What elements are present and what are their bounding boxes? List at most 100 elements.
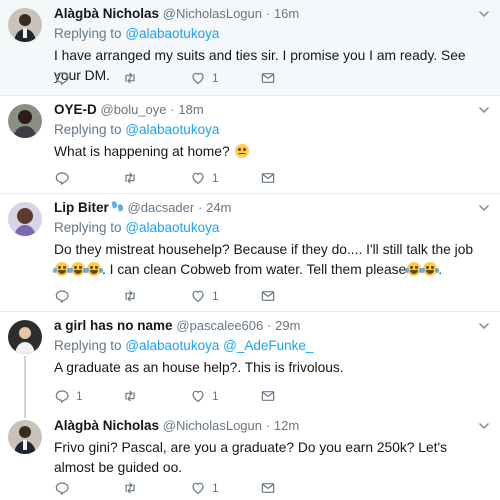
tweet-oye-d[interactable]: OYE-D @bolu_oye · 18m Replying to @alaba… <box>0 96 500 194</box>
like-button[interactable]: 1 <box>190 168 219 188</box>
timestamp[interactable]: 24m <box>206 200 231 215</box>
tears-of-joy-emoji <box>69 262 87 276</box>
tweet-actions: 1 <box>54 478 294 498</box>
heart-icon <box>190 480 206 496</box>
timestamp[interactable]: 12m <box>274 418 299 433</box>
envelope-icon <box>260 288 276 304</box>
mention-link[interactable]: @alabaotukoya <box>125 338 219 353</box>
retweet-icon <box>122 388 138 404</box>
like-button[interactable]: 1 <box>190 68 219 88</box>
reply-icon <box>54 388 70 404</box>
retweet-icon <box>122 70 138 86</box>
retweet-button[interactable] <box>122 168 138 188</box>
separator-dot: · <box>170 102 175 117</box>
envelope-icon <box>260 70 276 86</box>
tweet-nicholas-2[interactable]: Alàgbà Nicholas @NicholasLogun · 12m Fri… <box>0 412 500 500</box>
mention-link[interactable]: @alabaotukoya <box>125 122 219 137</box>
heart-icon <box>190 288 206 304</box>
avatar[interactable] <box>8 202 42 236</box>
reply-icon <box>54 288 70 304</box>
avatar[interactable] <box>8 8 42 42</box>
like-count: 1 <box>212 289 219 303</box>
reply-button[interactable]: 1 <box>54 386 83 406</box>
dm-button[interactable] <box>260 386 276 406</box>
timestamp[interactable]: 29m <box>275 318 300 333</box>
reply-button[interactable] <box>54 68 70 88</box>
heart-icon <box>190 70 206 86</box>
dm-button[interactable] <box>260 168 276 188</box>
tweet-text-row: Do they mistreat househelp? Because if t… <box>53 242 474 277</box>
retweet-button[interactable] <box>122 68 138 88</box>
replying-prefix: Replying to <box>54 220 122 235</box>
mention-link[interactable]: @alabaotukoya <box>125 220 219 235</box>
user-handle[interactable]: @NicholasLogun <box>163 6 262 21</box>
like-button[interactable]: 1 <box>190 478 219 498</box>
tweet-actions: 1 <box>54 68 294 88</box>
mention-link[interactable]: @alabaotukoya <box>125 26 219 41</box>
retweet-button[interactable] <box>122 478 138 498</box>
tweet-a-girl-has-no-name[interactable]: a girl has no name @pascalee606 · 29m Re… <box>0 312 500 412</box>
heart-icon <box>190 388 206 404</box>
heart-icon <box>190 170 206 186</box>
dm-button[interactable] <box>260 286 276 306</box>
separator-dot: · <box>265 418 271 433</box>
worried-face-emoji <box>234 144 249 158</box>
replying-to: Replying to @alabaotukoya @_AdeFunke_ <box>54 337 488 355</box>
like-count: 1 <box>212 481 219 495</box>
reply-button[interactable] <box>54 286 70 306</box>
like-count: 1 <box>212 389 219 403</box>
separator-dot: · <box>267 318 272 333</box>
display-name[interactable]: a girl has no name <box>54 318 173 333</box>
retweet-button[interactable] <box>122 386 138 406</box>
avatar[interactable] <box>8 320 42 354</box>
display-name[interactable]: OYE-D <box>54 102 97 117</box>
tweet-text-part-2: . I can clean Cobweb from water. Tell th… <box>102 262 407 277</box>
replying-to: Replying to @alabaotukoya <box>54 25 488 43</box>
reply-button[interactable] <box>54 168 70 188</box>
tweet-lip-biter[interactable]: Lip Biter @dacsader · 24m Replying to @a… <box>0 194 500 312</box>
timestamp[interactable]: 18m <box>178 102 203 117</box>
tears-of-joy-emoji <box>421 262 440 276</box>
reply-button[interactable] <box>54 478 70 498</box>
dm-button[interactable] <box>260 68 276 88</box>
retweet-icon <box>122 170 138 186</box>
user-handle[interactable]: @NicholasLogun <box>163 418 262 433</box>
avatar[interactable] <box>8 420 42 454</box>
reply-icon <box>54 170 70 186</box>
replying-to: Replying to @alabaotukoya <box>54 219 488 237</box>
thread-line <box>24 412 26 418</box>
dm-button[interactable] <box>260 478 276 498</box>
tweet-actions: 1 1 <box>54 386 294 406</box>
retweet-button[interactable] <box>122 286 138 306</box>
tears-of-joy-emoji <box>53 262 71 276</box>
user-handle[interactable]: @dacsader <box>128 200 195 215</box>
envelope-icon <box>260 388 276 404</box>
display-name[interactable]: Lip Biter <box>54 200 109 215</box>
tweet-text: A graduate as an house help?. This is fr… <box>54 360 344 375</box>
avatar[interactable] <box>8 104 42 138</box>
tears-of-joy-emoji <box>405 262 424 276</box>
separator-dot: · <box>197 200 203 215</box>
replying-prefix: Replying to <box>54 338 122 353</box>
tweet-nicholas-1[interactable]: Alàgbà Nicholas @NicholasLogun · 16m Rep… <box>0 0 500 96</box>
mention-link[interactable]: @_AdeFunke_ <box>223 338 313 353</box>
display-name[interactable]: Alàgbà Nicholas <box>54 6 159 21</box>
reply-icon <box>54 70 70 86</box>
envelope-icon <box>260 170 276 186</box>
like-button[interactable]: 1 <box>190 286 219 306</box>
user-handle[interactable]: @pascalee606 <box>176 318 263 333</box>
replying-to: Replying to @alabaotukoya <box>54 121 488 139</box>
like-count: 1 <box>212 171 219 185</box>
tweet-text-part-1: Do they mistreat househelp? Because if t… <box>54 242 474 257</box>
thread-line <box>24 356 26 412</box>
user-handle[interactable]: @bolu_oye <box>101 102 167 117</box>
reply-icon <box>54 480 70 496</box>
display-name[interactable]: Alàgbà Nicholas <box>54 418 159 433</box>
reply-count: 1 <box>76 389 83 403</box>
tweet-text-row: What is happening at home? <box>54 142 488 162</box>
tears-of-joy-emoji <box>85 262 103 276</box>
like-button[interactable]: 1 <box>190 386 219 406</box>
timestamp[interactable]: 16m <box>274 6 299 21</box>
envelope-icon <box>260 480 276 496</box>
retweet-icon <box>122 288 138 304</box>
